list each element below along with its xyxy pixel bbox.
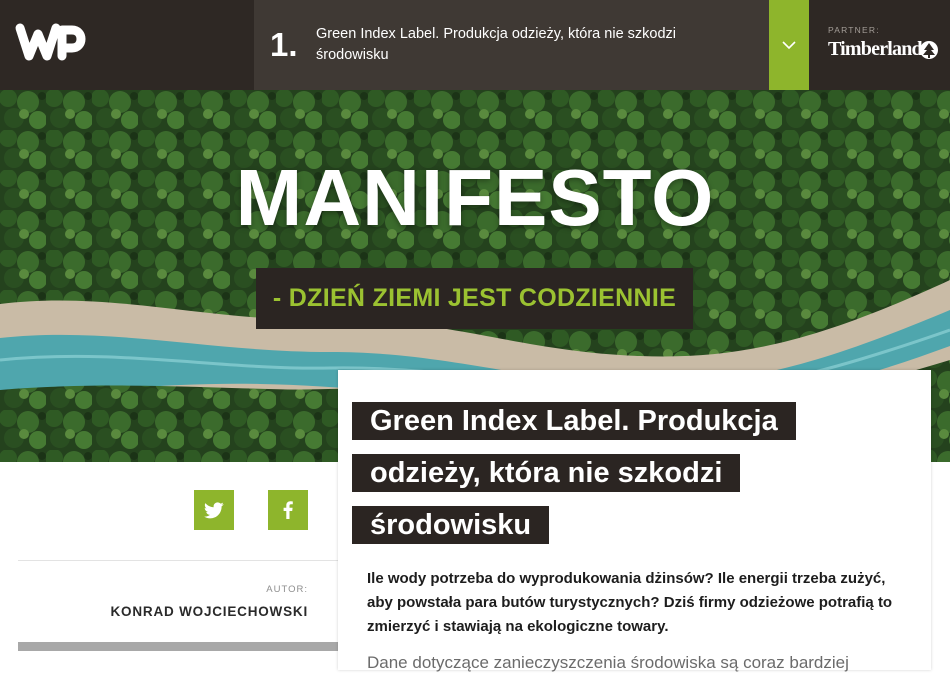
facebook-share-button[interactable] [268,490,308,530]
partner-label: PARTNER: [828,25,880,35]
article-number: 1. [270,26,298,63]
twitter-icon [204,501,224,518]
partner-block[interactable]: PARTNER: Timberland [809,0,950,90]
article-title-text: Green Index Label. Produkcja odzieży, kt… [352,402,796,545]
twitter-share-button[interactable] [194,490,234,530]
wp-logo-icon [15,23,86,61]
divider [18,560,338,561]
wp-logo[interactable] [14,18,90,68]
partner-logo: Timberland [828,38,923,60]
author-label: AUTOR: [266,584,308,595]
scroll-indicator-bar [18,642,338,651]
tree-icon [920,41,938,59]
article-card: Green Index Label. Produkcja odzieży, kt… [338,370,931,672]
article-selector-title: Green Index Label. Produkcja odzieży, kt… [316,26,677,63]
hero-subtitle-box: - DZIEŃ ZIEMI JEST CODZIENNIE [256,268,693,329]
article-selector[interactable]: 1. Green Index Label. Produkcja odzieży,… [254,0,769,90]
author-name: KONRAD WOJCIECHOWSKI [110,604,308,619]
article-dropdown-button[interactable] [769,0,809,90]
chevron-down-icon [782,41,796,50]
top-bar: 1. Green Index Label. Produkcja odzieży,… [0,0,950,90]
article-title: Green Index Label. Produkcja odzieży, kt… [352,395,832,551]
facebook-icon [283,501,293,519]
hero-subtitle: - DZIEŃ ZIEMI JEST CODZIENNIE [272,284,677,312]
article-body: Dane dotyczące zanieczyszczenia środowis… [367,653,849,672]
hero-title: MANIFESTO [235,153,715,242]
article-lead: Ile wody potrzeba do wyprodukowania dżin… [367,570,893,635]
